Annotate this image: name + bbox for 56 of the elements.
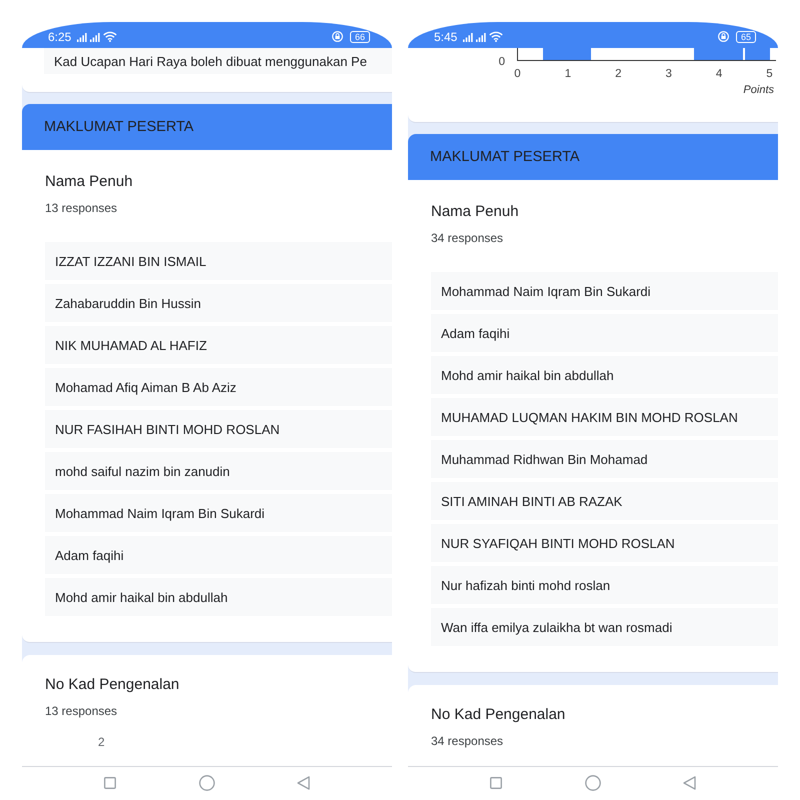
axis-tick-label: 1 — [564, 68, 572, 80]
response-row: SITI AMINAH BINTI AB RAZAK — [431, 482, 778, 520]
lock-icon — [332, 31, 343, 42]
axis-tick-label: 5 — [766, 68, 773, 80]
response-row: MUHAMAD LUQMAN HAKIM BIN MOHD ROSLAN — [431, 398, 778, 436]
response-row: Adam faqihi — [45, 536, 392, 574]
square-icon[interactable] — [490, 777, 502, 789]
response-row: NUR SYAFIQAH BINTI MOHD ROSLAN — [431, 524, 778, 562]
back-icon[interactable] — [682, 776, 696, 790]
response-row: Zahabaruddin Bin Hussin — [45, 284, 392, 322]
axis-tick-label: 2 — [615, 68, 622, 80]
axis-tick-label: 0 — [498, 56, 505, 68]
response-row: Muhammad Ridhwan Bin Mohamad — [431, 440, 778, 478]
back-icon[interactable] — [296, 776, 310, 790]
battery-indicator: 65 — [736, 31, 756, 43]
response-row: NUR FASIHAH BINTI MOHD ROSLAN — [45, 410, 392, 448]
response-count: 34 responses — [431, 230, 504, 246]
wifi-icon — [103, 31, 118, 42]
question-title: No Kad Pengenalan — [45, 675, 180, 695]
response-row: Mohammad Naim Iqram Bin Sukardi — [45, 494, 392, 532]
question-title: Nama Penuh — [45, 172, 133, 192]
signal-icon — [463, 33, 474, 42]
status-time: 6:25 — [48, 31, 72, 44]
axis-title: Points — [743, 84, 774, 96]
circle-icon[interactable] — [198, 775, 214, 791]
axis-tick-label: 3 — [666, 68, 672, 80]
axis-tick-label: 2 — [98, 735, 105, 749]
signal-icon — [90, 33, 100, 42]
response-row: IZZAT IZZANI BIN ISMAIL — [45, 242, 392, 280]
wifi-icon — [489, 31, 504, 42]
response-row: Nur hafizah binti mohd roslan — [431, 566, 778, 604]
response-row: Kad Ucapan Hari Raya boleh dibuat menggunakan Pe — [44, 48, 392, 74]
response-row: Wan iffa emilya zulaikha bt wan rosmadi — [431, 608, 778, 646]
question-title: No Kad Pengenalan — [431, 705, 566, 725]
response-count: 34 responses — [431, 733, 504, 749]
circle-icon[interactable] — [584, 775, 600, 791]
axis-tick-label: 0 — [514, 68, 521, 80]
battery-indicator: 66 — [350, 31, 370, 43]
response-row: Adam faqihi — [431, 314, 778, 352]
square-icon[interactable] — [104, 777, 116, 789]
response-count: 13 responses — [45, 703, 118, 719]
section-header: MAKLUMAT PESERTA — [408, 134, 778, 180]
response-row: Mohd amir haikal bin abdullah — [45, 578, 392, 616]
axis-tick-label: 4 — [716, 68, 722, 80]
response-row: NIK MUHAMAD AL HAFIZ — [45, 326, 392, 364]
signal-icon — [77, 33, 88, 42]
status-time: 5:45 — [434, 31, 458, 44]
lock-icon — [718, 31, 729, 42]
section-header: MAKLUMAT PESERTA — [22, 104, 392, 150]
question-title: Nama Penuh — [431, 202, 519, 222]
signal-icon — [476, 33, 486, 42]
response-row: mohd saiful nazim bin zanudin — [45, 452, 392, 490]
response-count: 13 responses — [45, 200, 118, 216]
response-row: Mohamad Afiq Aiman B Ab Aziz — [45, 368, 392, 406]
response-row: Mohd amir haikal bin abdullah — [431, 356, 778, 394]
response-row: Mohammad Naim Iqram Bin Sukardi — [431, 272, 778, 310]
